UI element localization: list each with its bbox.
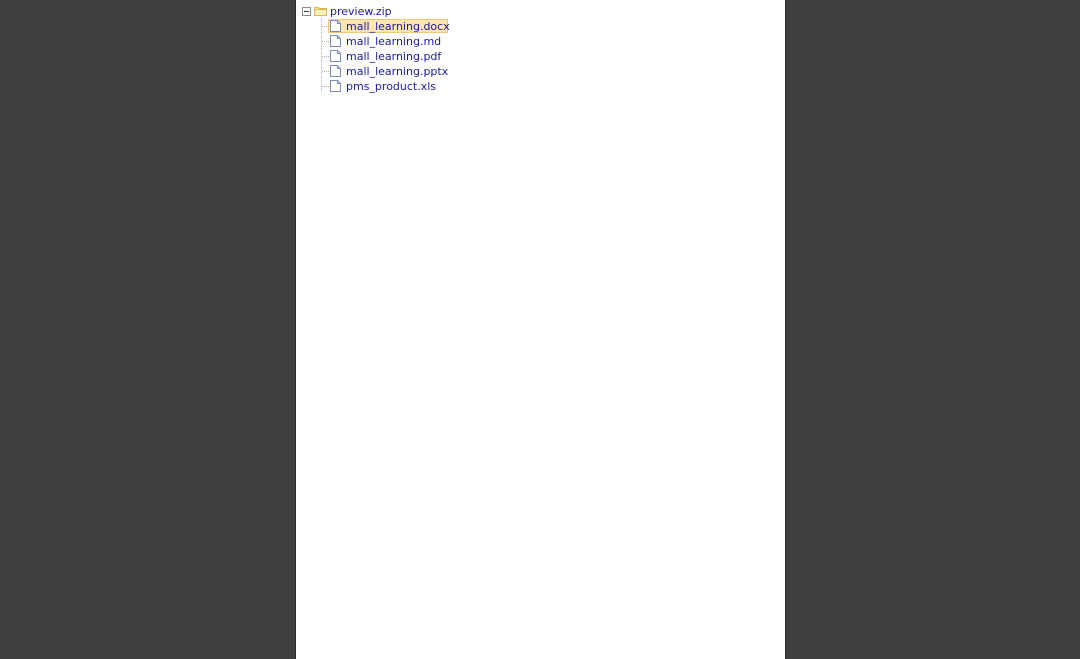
file-icon xyxy=(330,20,341,32)
tree-file-label[interactable]: mall_learning.docx xyxy=(344,19,454,35)
file-icon xyxy=(330,80,341,92)
tree-root-label[interactable]: preview.zip xyxy=(329,4,393,19)
tree-branch-line xyxy=(322,26,329,28)
file-icon xyxy=(330,65,341,77)
folder-icon xyxy=(314,7,327,16)
tree-branch-line xyxy=(322,71,329,73)
file-icon xyxy=(330,35,341,47)
tree-branch-line xyxy=(322,56,329,58)
collapse-toggle-icon[interactable] xyxy=(302,7,311,16)
tree-file-label[interactable]: mall_learning.pdf xyxy=(344,49,445,65)
file-icon xyxy=(330,50,341,62)
tree-file-label[interactable]: mall_learning.pptx xyxy=(344,64,452,80)
tree-branch-line xyxy=(322,86,329,88)
tree-branch-line xyxy=(322,41,329,43)
file-tree-panel: preview.zip mall_learning.docx mall_lear… xyxy=(295,0,786,659)
tree-file-label[interactable]: mall_learning.md xyxy=(344,34,445,50)
tree-file-label[interactable]: pms_product.xls xyxy=(344,79,440,95)
